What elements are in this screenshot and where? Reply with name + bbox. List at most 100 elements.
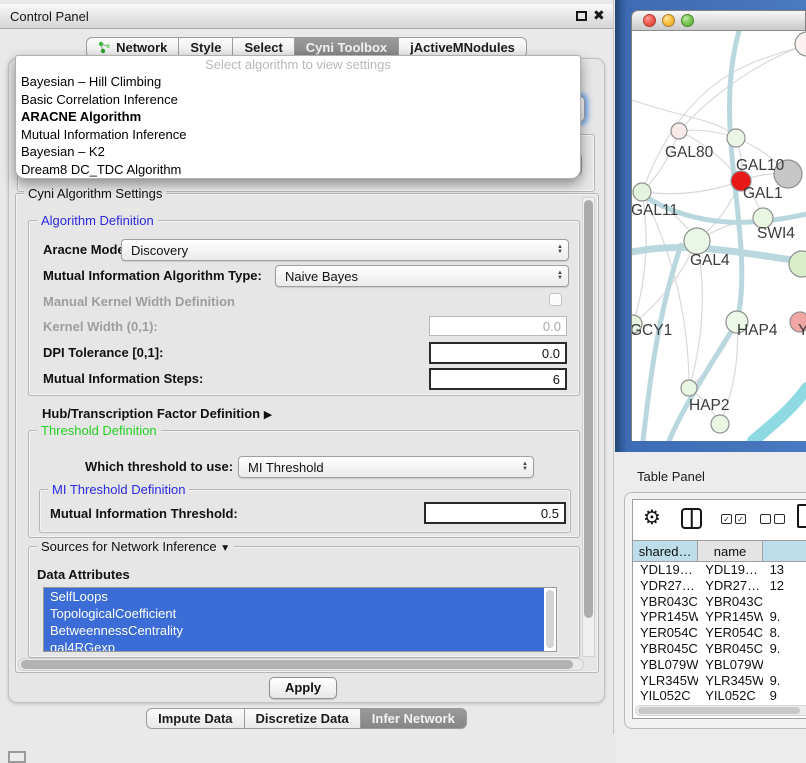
zoom-window-icon[interactable] [681, 14, 694, 27]
dpi-tolerance-label: DPI Tolerance [0,1]: [43, 345, 163, 360]
node-gal10[interactable] [727, 129, 745, 147]
table-row[interactable]: YBR043CYBR043C [633, 594, 806, 610]
mi-threshold-label: Mutual Information Threshold: [50, 506, 238, 521]
close-panel-icon[interactable]: ✖ [593, 7, 605, 24]
node-toppartial[interactable] [795, 32, 806, 56]
dropdown-item-basic-correlation-inference[interactable]: Basic Correlation Inference [16, 91, 580, 109]
table-cell: YDR27… [698, 578, 762, 594]
attribute-item-betweennesscentrality[interactable]: BetweennessCentrality [44, 622, 544, 639]
settings-group-title: Cyni Algorithm Settings [24, 186, 166, 201]
table-row[interactable]: YLR345WYLR345W9. [633, 673, 806, 689]
table-cell [763, 594, 806, 610]
network-window: GAL80GAL10GAL1GAL11SWI4GAL4GCY1HAP4YHAP2 [631, 10, 806, 441]
node-hap2[interactable] [681, 380, 697, 396]
node-gal11[interactable] [633, 183, 651, 201]
scrollbar-thumb[interactable] [546, 590, 554, 648]
columns-icon[interactable] [681, 508, 702, 529]
node-label-hap4: HAP4 [737, 322, 778, 339]
edge-gal1-gal11[interactable] [642, 181, 741, 194]
which-threshold-combobox[interactable]: MI Threshold ▲▼ [238, 456, 534, 478]
dropdown-item-aracne-algorithm[interactable]: ARACNE Algorithm [16, 108, 580, 126]
table-header-row: shared…name [633, 540, 806, 562]
scrollbar-thumb[interactable] [638, 707, 800, 714]
node-biggreen[interactable] [789, 251, 806, 277]
data-attributes-label: Data Attributes [37, 567, 130, 582]
table-row[interactable]: YDR27…YDR27…12 [633, 578, 806, 594]
attribute-item-topologicalcoefficient[interactable]: TopologicalCoefficient [44, 605, 544, 622]
network-canvas[interactable]: GAL80GAL10GAL1GAL11SWI4GAL4GCY1HAP4YHAP2 [631, 31, 806, 441]
edge-gal80-gal11[interactable] [642, 131, 679, 192]
table-row[interactable]: YBL079WYBL079W [633, 657, 806, 673]
gear-icon[interactable]: ⚙ [643, 505, 661, 530]
edge-arc-7[interactable] [753, 388, 806, 441]
edge-arc-6[interactable] [643, 245, 681, 441]
control-panel-bottom-tabs: Impute DataDiscretize DataInfer Network [0, 708, 614, 729]
dropdown-item-bayesian-k2[interactable]: Bayesian – K2 [16, 143, 580, 161]
dpi-tolerance-field[interactable]: 0.0 [429, 342, 567, 364]
dropdown-item-bayesian-hill-climbing[interactable]: Bayesian – Hill Climbing [16, 73, 580, 91]
apply-button[interactable]: Apply [269, 677, 337, 699]
manual-kernel-checkbox[interactable] [549, 293, 562, 306]
table-row[interactable]: YER054CYER054C8. [633, 625, 806, 641]
table-cell: YER054C [698, 625, 762, 641]
close-window-icon[interactable] [643, 14, 656, 27]
column-header-2[interactable] [763, 541, 806, 561]
scrollbar-thumb[interactable] [21, 660, 573, 669]
network-window-titlebar[interactable] [631, 10, 806, 31]
mi-threshold-field[interactable]: 0.5 [424, 502, 566, 524]
deselect-all-checkboxes-icon[interactable] [760, 514, 785, 524]
settings-horizontal-scrollbar[interactable] [18, 658, 584, 671]
aracne-mode-combobox[interactable]: Discovery ▲▼ [121, 239, 569, 261]
mi-steps-label: Mutual Information Steps: [43, 371, 203, 386]
minimize-window-icon[interactable] [662, 14, 675, 27]
mini-panel-icon[interactable] [8, 751, 26, 763]
edge-gal80-toppartial[interactable] [679, 44, 806, 131]
mi-steps-field[interactable]: 6 [429, 368, 567, 390]
dropdown-item-mutual-information-inference[interactable]: Mutual Information Inference [16, 126, 580, 144]
sources-title[interactable]: Sources for Network Inference ▼ [37, 539, 234, 554]
table-horizontal-scrollbar[interactable] [635, 705, 806, 716]
tab-impute-data[interactable]: Impute Data [146, 708, 244, 729]
list-scrollbar[interactable] [545, 589, 555, 651]
attribute-item-gal4rgexp[interactable]: gal4RGexp [44, 639, 544, 652]
table-cell: YBR043C [633, 594, 698, 610]
hub-definition-expander[interactable]: Hub/Transcription Factor Definition ▶ [42, 406, 272, 421]
table-cell: YDR27… [633, 578, 698, 594]
table-cell: YBL079W [698, 657, 762, 673]
scrollbar-thumb[interactable] [584, 200, 593, 618]
float-panel-icon[interactable] [576, 11, 587, 21]
tab-infer-network[interactable]: Infer Network [360, 708, 467, 729]
attribute-item-selfloops[interactable]: SelfLoops [44, 588, 544, 605]
table-row[interactable]: YDL19…YDL19…13 [633, 562, 806, 578]
algorithm-definition-group: Algorithm Definition Aracne Mode: Discov… [28, 220, 580, 396]
tab-label: jActiveMNodules [410, 40, 515, 55]
data-attributes-list[interactable]: SelfLoopsTopologicalCoefficientBetweenne… [43, 587, 557, 652]
settings-vertical-scrollbar[interactable] [582, 197, 595, 657]
tab-label: Style [190, 40, 221, 55]
column-header-shared[interactable]: shared… [633, 541, 698, 561]
cyni-algorithm-settings-group: Cyni Algorithm Settings Algorithm Defini… [15, 193, 599, 673]
algorithm-definition-title: Algorithm Definition [37, 213, 158, 228]
table-panel-body: ⚙ ✓✓ shared…name YDL19…YDL19…13YDR27…YDR… [624, 492, 806, 729]
export-table-icon[interactable] [797, 504, 806, 528]
sources-group: Sources for Network Inference ▼ Data Att… [28, 546, 580, 658]
expand-right-icon: ▶ [264, 409, 272, 421]
table-panel: Table Panel ⚙ ✓✓ shared…name YDL19…YDL19… [615, 452, 806, 762]
column-header-name[interactable]: name [698, 541, 762, 561]
node-label-gal10: GAL10 [736, 157, 785, 174]
tab-discretize-data[interactable]: Discretize Data [244, 708, 361, 729]
node-gal4[interactable] [684, 228, 710, 254]
kernel-width-label: Kernel Width (0,1): [43, 319, 158, 334]
table-row[interactable]: YBR045CYBR045C9. [633, 641, 806, 657]
node-gal80[interactable] [671, 123, 687, 139]
table-cell: YDL19… [633, 562, 698, 578]
select-all-checkboxes-icon[interactable]: ✓✓ [721, 514, 746, 524]
network-graph[interactable]: GAL80GAL10GAL1GAL11SWI4GAL4GCY1HAP4YHAP2 [632, 31, 806, 441]
node-bottom[interactable] [711, 415, 729, 433]
table-cell: YBR043C [698, 594, 762, 610]
table-row[interactable]: YIL052CYIL052C9 [633, 688, 806, 703]
mi-type-combobox[interactable]: Naive Bayes ▲▼ [275, 265, 569, 287]
dropdown-item-dream8-dc-tdc-algorithm[interactable]: Dream8 DC_TDC Algorithm [16, 161, 580, 179]
table-row[interactable]: YPR145WYPR145W9. [633, 609, 806, 625]
kernel-width-field[interactable]: 0.0 [429, 316, 567, 336]
